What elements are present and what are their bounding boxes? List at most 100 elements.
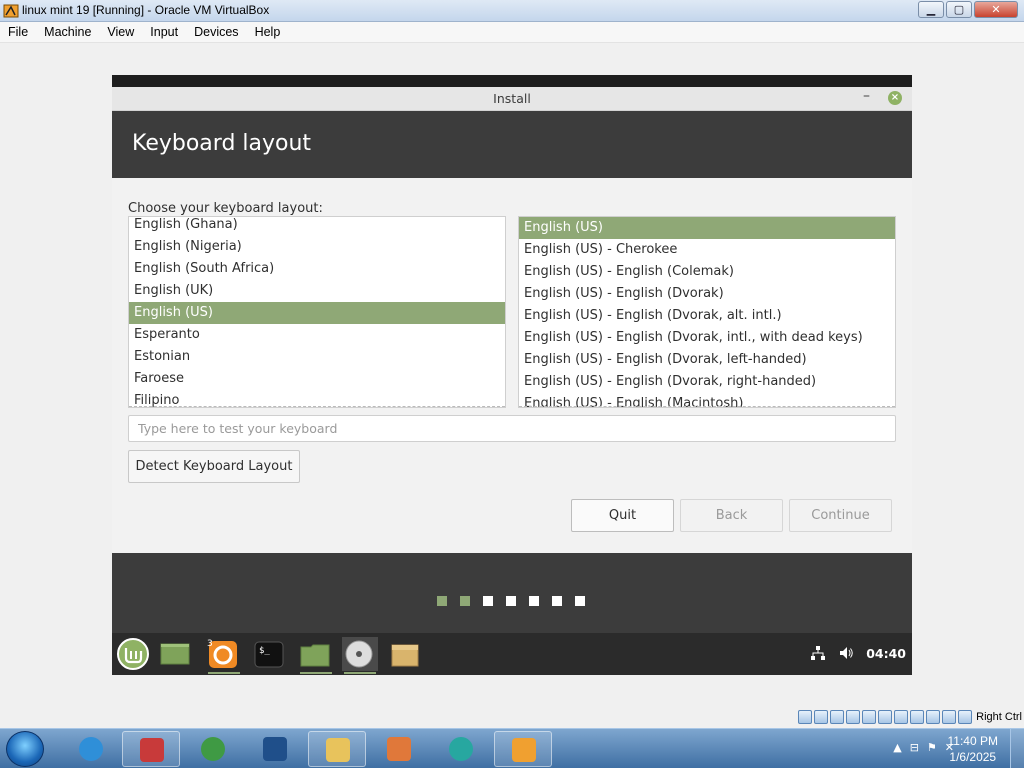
archive-launcher[interactable] [388, 637, 424, 671]
layout-item[interactable]: Faroese [129, 368, 505, 390]
list-scroll-edge [519, 406, 895, 407]
vbox-title-bar: linux mint 19 [Running] - Oracle VM Virt… [0, 0, 1024, 22]
installer-close-button[interactable]: × [888, 91, 902, 105]
action-center-icon[interactable]: ⚑ [927, 741, 937, 754]
windows-taskbar: ▲ ⊟ ⚑ ✕ 11:40 PM 1/6/2025 [0, 728, 1024, 768]
layout-list[interactable]: English (Ghana) English (Nigeria) Englis… [128, 216, 506, 408]
back-button[interactable]: Back [680, 499, 783, 532]
shared-folders-icon[interactable] [878, 710, 892, 724]
layout-item[interactable]: Esperanto [129, 324, 505, 346]
show-hidden-icons[interactable]: ▲ [893, 741, 901, 754]
hard-disk-icon[interactable] [798, 710, 812, 724]
mouse-integration-icon[interactable] [942, 710, 956, 724]
progress-step [575, 596, 585, 606]
menu-machine[interactable]: Machine [36, 22, 99, 42]
detect-keyboard-layout-button[interactable]: Detect Keyboard Layout [128, 450, 300, 483]
progress-step-done [437, 596, 447, 606]
terminal-launcher[interactable]: $_ [252, 637, 288, 671]
teal-globe-icon [449, 737, 473, 761]
progress-step [529, 596, 539, 606]
files-launcher[interactable] [298, 637, 334, 674]
firefox-icon: 3 [207, 639, 237, 668]
network-status-icon[interactable] [846, 710, 860, 724]
volume-icon[interactable] [838, 645, 854, 661]
folder-icon [300, 644, 330, 667]
layout-item[interactable]: English (Nigeria) [129, 236, 505, 258]
usb-icon[interactable] [862, 710, 876, 724]
variant-list[interactable]: English (US) English (US) - Cherokee Eng… [518, 216, 896, 408]
menu-devices[interactable]: Devices [186, 22, 246, 42]
start-button[interactable] [6, 731, 44, 767]
guest-display[interactable]: Install – × Keyboard layout Choose your … [0, 43, 1024, 707]
virtualbox-vm-icon [512, 738, 536, 762]
progress-dots [437, 596, 585, 606]
taskbar-app-red[interactable] [122, 731, 180, 767]
progress-step [506, 596, 516, 606]
layout-item[interactable]: English (UK) [129, 280, 505, 302]
taskbar-virtualbox-manager[interactable] [246, 731, 304, 767]
host-key-label: Right Ctrl [976, 711, 1022, 723]
host-clock[interactable]: 11:40 PM 1/6/2025 [948, 733, 998, 765]
media-player-icon [387, 737, 411, 761]
installer-task[interactable] [342, 637, 378, 674]
menu-bar: File Machine View Input Devices Help [0, 22, 1024, 43]
menu-input[interactable]: Input [142, 22, 186, 42]
taskbar-explorer[interactable] [308, 731, 366, 767]
progress-step [552, 596, 562, 606]
progress-step [483, 596, 493, 606]
maximize-button[interactable]: ▢ [946, 1, 972, 18]
vbox-status-bar: Right Ctrl [0, 707, 1024, 728]
variant-item[interactable]: English (US) - English (Dvorak, alt. int… [519, 305, 895, 327]
menu-help[interactable]: Help [247, 22, 289, 42]
video-capture-icon[interactable] [910, 710, 924, 724]
virtualbox-icon [3, 4, 19, 18]
layout-item[interactable]: English (Ghana) [129, 217, 505, 236]
network-icon[interactable] [810, 645, 826, 661]
taskbar-internet-explorer[interactable] [62, 731, 120, 767]
variant-item[interactable]: English (US) - Cherokee [519, 239, 895, 261]
display-icon[interactable] [894, 710, 908, 724]
layout-item-selected[interactable]: English (US) [129, 302, 505, 324]
desktop-icon [160, 643, 190, 665]
quit-button[interactable]: Quit [571, 499, 674, 532]
keyboard-test-input[interactable] [128, 415, 896, 442]
variant-item[interactable]: English (US) - English (Dvorak, intl., w… [519, 327, 895, 349]
show-desktop-button[interactable] [1010, 729, 1024, 768]
red-box-icon [140, 738, 164, 762]
continue-button[interactable]: Continue [789, 499, 892, 532]
virtualization-icon[interactable] [926, 710, 940, 724]
guest-top-strip [112, 75, 912, 87]
taskbar-media-player[interactable] [370, 731, 428, 767]
firefox-launcher[interactable]: 3 [206, 637, 242, 674]
installer-title-bar: Install – × [112, 87, 912, 111]
installer-minimize-button[interactable]: – [863, 88, 870, 104]
taskbar-virtualbox-vm[interactable] [494, 731, 552, 767]
progress-area [112, 553, 912, 633]
minimize-button[interactable]: ▁ [918, 1, 944, 18]
variant-item[interactable]: English (US) - English (Dvorak, left-han… [519, 349, 895, 371]
mint-clock[interactable]: 04:40 [866, 646, 906, 661]
globe-icon [201, 737, 225, 761]
optical-drive-icon[interactable] [814, 710, 828, 724]
variant-item[interactable]: English (US) - English (Colemak) [519, 261, 895, 283]
audio-icon[interactable] [830, 710, 844, 724]
show-desktop-launcher[interactable] [158, 637, 194, 671]
host-network-icon[interactable]: ⊟ [910, 741, 919, 754]
keyboard-capture-icon[interactable] [958, 710, 972, 724]
variant-item[interactable]: English (US) - English (Dvorak, right-ha… [519, 371, 895, 393]
header-band: Keyboard layout [112, 111, 912, 178]
layout-item[interactable]: Estonian [129, 346, 505, 368]
variant-item[interactable]: English (US) - English (Dvorak) [519, 283, 895, 305]
mint-panel: 3 $_ 04:40 [112, 633, 912, 675]
progress-step-done [460, 596, 470, 606]
menu-file[interactable]: File [0, 22, 36, 42]
taskbar-download-manager[interactable] [184, 731, 242, 767]
layout-item[interactable]: English (South Africa) [129, 258, 505, 280]
close-button[interactable]: ✕ [974, 1, 1018, 18]
list-scroll-edge [129, 406, 505, 407]
package-icon [391, 644, 419, 667]
variant-item-selected[interactable]: English (US) [519, 217, 895, 239]
taskbar-browser[interactable] [432, 731, 490, 767]
menu-view[interactable]: View [99, 22, 142, 42]
mint-menu-button[interactable] [116, 637, 152, 671]
